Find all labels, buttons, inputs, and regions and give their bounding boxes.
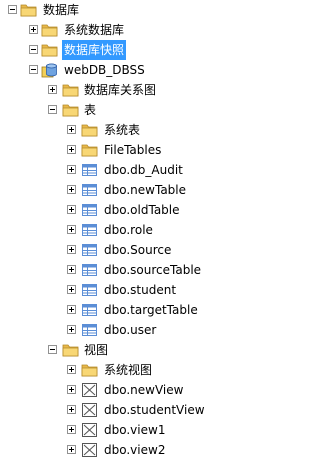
expand-toggle-icon[interactable] <box>67 165 76 174</box>
tree-node[interactable]: dbo.view2 <box>0 440 229 460</box>
tree-node[interactable]: 系统视图 <box>0 360 229 380</box>
table-icon <box>81 202 98 218</box>
view-icon <box>81 422 98 438</box>
expand-toggle-icon[interactable] <box>67 405 76 414</box>
tree-node[interactable]: dbo.user <box>0 320 229 340</box>
expand-toggle-icon[interactable] <box>67 285 76 294</box>
table-icon <box>81 322 98 338</box>
tree-node[interactable]: 系统数据库 <box>0 20 229 40</box>
tree-node[interactable]: dbo.newTable <box>0 180 229 200</box>
object-explorer-tree: 数据库 系统数据库 数据库快照 webDB_DBSS 数据库关系图表系统表 FileTab… <box>0 0 229 457</box>
tree-node-label[interactable]: 系统表 <box>102 120 142 140</box>
database-snapshot-icon <box>41 62 58 78</box>
folder-icon <box>20 2 37 18</box>
tree-node[interactable]: dbo.Source <box>0 240 229 260</box>
table-icon <box>81 222 98 238</box>
tree-node-label[interactable]: dbo.db_Audit <box>102 160 185 180</box>
tree-node-label[interactable]: 系统数据库 <box>62 20 126 40</box>
tree-node[interactable]: 数据库 <box>0 0 229 20</box>
tree-node[interactable]: dbo.student <box>0 280 229 300</box>
expand-toggle-icon[interactable] <box>67 185 76 194</box>
expand-toggle-icon[interactable] <box>67 145 76 154</box>
table-icon <box>81 242 98 258</box>
tree-node-label[interactable]: dbo.sourceTable <box>102 260 203 280</box>
tree-node[interactable]: dbo.targetTable <box>0 300 229 320</box>
tree-node-label[interactable]: FileTables <box>102 140 163 160</box>
tree-node-label[interactable]: webDB_DBSS <box>62 60 147 80</box>
tree-node-label[interactable]: 表 <box>82 100 98 120</box>
tree-node-label[interactable]: dbo.oldTable <box>102 200 182 220</box>
tree-node[interactable]: FileTables <box>0 140 229 160</box>
expand-toggle-icon[interactable] <box>48 85 57 94</box>
collapse-toggle-icon[interactable] <box>29 65 38 74</box>
tree-node-label[interactable]: 数据库关系图 <box>82 80 158 100</box>
tree-node-label[interactable]: 数据库快照 <box>62 40 127 60</box>
expand-toggle-icon[interactable] <box>67 245 76 254</box>
collapse-toggle-icon[interactable] <box>29 45 38 54</box>
collapse-toggle-icon[interactable] <box>48 105 57 114</box>
tree-node[interactable]: webDB_DBSS <box>0 60 229 80</box>
expand-toggle-icon[interactable] <box>67 305 76 314</box>
view-icon <box>81 382 98 398</box>
folder-icon <box>62 102 79 118</box>
tree-node-label[interactable]: dbo.student <box>102 280 178 300</box>
tree-node-label[interactable]: 视图 <box>82 340 110 360</box>
table-icon <box>81 162 98 178</box>
tree-node-label[interactable]: dbo.Source <box>102 240 173 260</box>
tree-node-label[interactable]: 系统视图 <box>102 360 154 380</box>
tree-node[interactable]: dbo.role <box>0 220 229 240</box>
tree-node-label[interactable]: dbo.role <box>102 220 155 240</box>
collapse-toggle-icon[interactable] <box>48 345 57 354</box>
tree-node[interactable]: dbo.newView <box>0 380 229 400</box>
expand-toggle-icon[interactable] <box>67 325 76 334</box>
tree-node-label[interactable]: dbo.user <box>102 320 158 340</box>
collapse-toggle-icon[interactable] <box>8 5 17 14</box>
expand-toggle-icon[interactable] <box>67 125 76 134</box>
tree-node[interactable]: 数据库快照 <box>0 40 229 60</box>
folder-icon <box>41 42 58 58</box>
folder-icon <box>81 362 98 378</box>
expand-toggle-icon[interactable] <box>67 205 76 214</box>
expand-toggle-icon[interactable] <box>67 265 76 274</box>
tree-node[interactable]: dbo.view1 <box>0 420 229 440</box>
folder-icon <box>81 142 98 158</box>
tree-node-label[interactable]: dbo.studentView <box>102 400 207 420</box>
table-icon <box>81 282 98 298</box>
tree-node[interactable]: dbo.sourceTable <box>0 260 229 280</box>
expand-toggle-icon[interactable] <box>67 365 76 374</box>
table-icon <box>81 302 98 318</box>
tree-node-label[interactable]: dbo.targetTable <box>102 300 200 320</box>
folder-icon <box>81 122 98 138</box>
folder-icon <box>62 342 79 358</box>
table-icon <box>81 182 98 198</box>
expand-toggle-icon[interactable] <box>67 425 76 434</box>
expand-toggle-icon[interactable] <box>67 385 76 394</box>
tree-node-label[interactable]: dbo.view2 <box>102 440 167 460</box>
table-icon <box>81 262 98 278</box>
expand-toggle-icon[interactable] <box>67 225 76 234</box>
tree-node[interactable]: 视图 <box>0 340 229 360</box>
tree-node-label[interactable]: dbo.view1 <box>102 420 167 440</box>
tree-node-label[interactable]: dbo.newView <box>102 380 185 400</box>
tree-node-label[interactable]: 数据库 <box>41 0 81 20</box>
tree-node-label[interactable]: dbo.newTable <box>102 180 188 200</box>
view-icon <box>81 442 98 458</box>
view-icon <box>81 402 98 418</box>
tree-node[interactable]: dbo.db_Audit <box>0 160 229 180</box>
expand-toggle-icon[interactable] <box>29 25 38 34</box>
folder-icon <box>62 82 79 98</box>
tree-node[interactable]: dbo.studentView <box>0 400 229 420</box>
tree-node[interactable]: 数据库关系图 <box>0 80 229 100</box>
folder-icon <box>41 22 58 38</box>
tree-node[interactable]: dbo.oldTable <box>0 200 229 220</box>
tree-node[interactable]: 表 <box>0 100 229 120</box>
tree-node[interactable]: 系统表 <box>0 120 229 140</box>
